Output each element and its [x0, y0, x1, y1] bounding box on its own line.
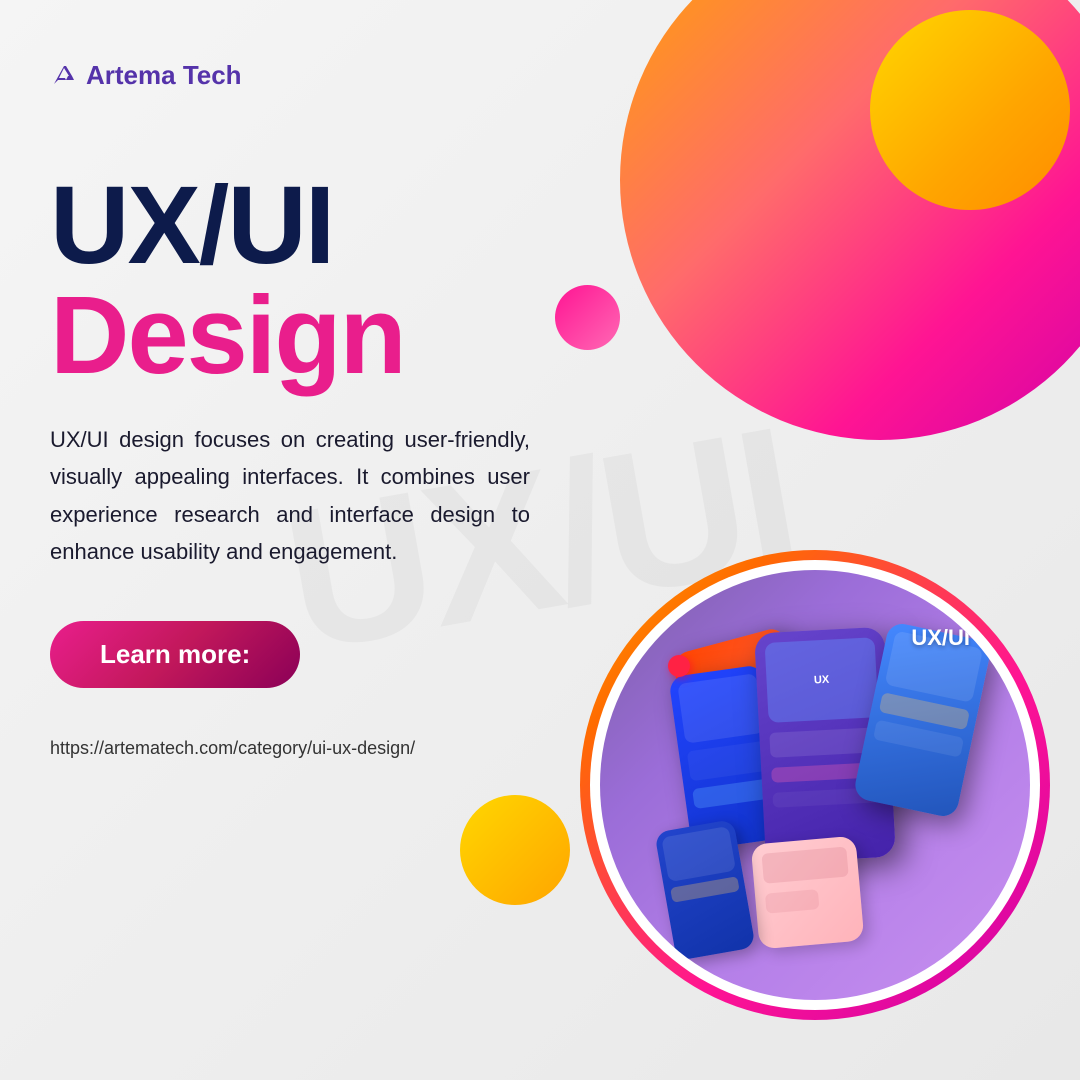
title-design: Design [50, 281, 550, 391]
logo-icon [50, 62, 78, 90]
learn-more-button[interactable]: Learn more: [50, 621, 300, 688]
page-wrapper: UX/UI UX/UI > [0, 0, 1080, 1080]
url-text: https://artematech.com/category/ui-ux-de… [50, 738, 550, 759]
title-ux-ui: UX/UI [50, 171, 550, 281]
logo-text: Artema Tech [86, 60, 242, 91]
content-area: Artema Tech UX/UI Design UX/UI design fo… [0, 0, 600, 1080]
mockup-card-pink [751, 836, 865, 950]
circle-ux-label: UX/UI [911, 625, 970, 651]
image-circle-container: UX/UI > [580, 550, 1050, 1020]
mockup-dot-red [668, 655, 690, 677]
description-text: UX/UI design focuses on creating user-fr… [50, 421, 530, 571]
circle-white-ring: UX/UI > [590, 560, 1040, 1010]
logo-area: Artema Tech [50, 60, 550, 91]
blob-small-yellow [870, 10, 1070, 210]
circle-inner: UX/UI > [600, 570, 1030, 1000]
